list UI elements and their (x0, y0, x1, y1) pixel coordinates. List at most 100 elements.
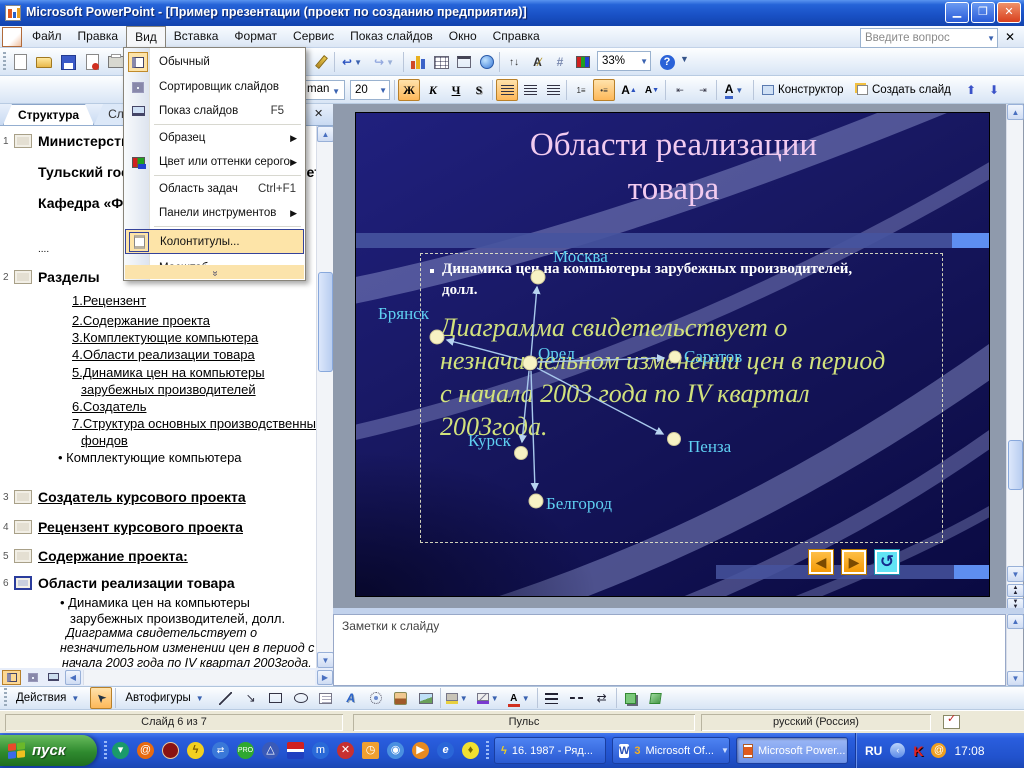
slideshow-button[interactable] (44, 670, 63, 685)
decrease-indent-icon[interactable]: ⇤ (669, 79, 691, 101)
slide-annotation[interactable]: Диаграмма свидетельствует о незначительн… (440, 311, 940, 443)
arrow-style-icon[interactable]: ⇄ (591, 687, 613, 709)
outline-link[interactable]: 7.Структура основных производственных (72, 416, 316, 431)
menu-window[interactable]: Окно (441, 26, 485, 47)
menu-help[interactable]: Справка (485, 26, 548, 47)
align-left-icon[interactable] (496, 79, 518, 101)
slide-sorter-button[interactable] (23, 670, 42, 685)
nav-prev-button[interactable]: ◀ (808, 549, 834, 575)
tables-borders-icon[interactable] (453, 51, 475, 73)
outline-row[interactable]: Разделы (38, 269, 100, 285)
outline-link[interactable]: фондов (81, 433, 128, 448)
chevron-down-icon[interactable]: ▼ (985, 34, 997, 43)
scrollbar-thumb[interactable] (1008, 440, 1023, 490)
close-pane-icon[interactable]: ✕ (314, 107, 323, 120)
minimize-button[interactable]: ▁ (945, 2, 969, 23)
menu-item-sorter[interactable]: Сортировщик слайдов (125, 75, 304, 99)
permission-icon[interactable] (81, 51, 103, 73)
quicklaunch-icon-3[interactable] (162, 742, 179, 759)
insert-picture-icon[interactable] (415, 687, 437, 709)
increase-indent-icon[interactable]: ⇥ (692, 79, 714, 101)
scroll-down-icon[interactable]: ▼ (1007, 671, 1024, 686)
notes-pane[interactable]: Заметки к слайду (333, 614, 1006, 686)
quicklaunch-icon-4[interactable]: ϟ (187, 742, 204, 759)
slide-thumb-icon[interactable] (14, 490, 32, 504)
nav-next-button[interactable]: ▶ (841, 549, 867, 575)
menu-format[interactable]: Формат (226, 26, 285, 47)
menu-item-header-footer[interactable]: Колонтитулы... (125, 229, 304, 254)
quicklaunch-icon-9[interactable]: m (312, 742, 329, 759)
shadow-style-icon[interactable] (620, 687, 642, 709)
slide-canvas[interactable]: Области реализации товара Динамика цен н… (355, 112, 990, 597)
city-label-moscow[interactable]: Москва (553, 247, 608, 267)
outline-bullet-row[interactable]: • Динамика цен на компьютеры (60, 595, 250, 610)
city-label-bryansk[interactable]: Брянск (378, 304, 429, 324)
outline-row[interactable]: Создатель курсового проекта (38, 489, 246, 505)
save-icon[interactable] (57, 51, 79, 73)
quicklaunch-icon-7[interactable]: △ (262, 742, 279, 759)
help-icon[interactable]: ? (656, 51, 678, 73)
redo-icon[interactable]: ↪ ▼ (370, 51, 400, 73)
scroll-up-icon[interactable]: ▲ (317, 126, 334, 142)
menu-insert[interactable]: Вставка (166, 26, 227, 47)
font-size-combo[interactable]: 20 ▼ (350, 80, 390, 100)
outline-link[interactable]: 1.Рецензент (72, 293, 146, 308)
slide-thumb-icon[interactable] (14, 549, 32, 563)
outline-scrollbar[interactable]: ▲ ▼ (316, 126, 334, 668)
line-color-icon[interactable]: ▼ (475, 687, 503, 709)
quicklaunch-icon-5[interactable]: ⇄ (212, 742, 229, 759)
menu-tools[interactable]: Сервис (285, 26, 342, 47)
previous-slide-icon[interactable]: ▲ ▲ (1007, 584, 1024, 597)
menu-item-master[interactable]: Образец ▶ (125, 126, 304, 150)
insert-table-icon[interactable] (430, 51, 452, 73)
text-box-icon[interactable] (315, 687, 337, 709)
move-down-icon[interactable]: ⬇ (983, 79, 1005, 101)
menu-item-taskpane[interactable]: Область задач Ctrl+F1 (125, 177, 304, 201)
toolbar-grip[interactable] (3, 52, 6, 72)
status-language[interactable]: русский (Россия) (701, 714, 931, 731)
wordart-icon[interactable]: A (340, 687, 362, 709)
quicklaunch-icon-15[interactable]: ♦ (462, 742, 479, 759)
diagram-icon[interactable] (365, 687, 387, 709)
city-label-belgorod[interactable]: Белгород (546, 494, 612, 514)
font-color-icon[interactable]: A ▼ (720, 79, 750, 101)
slide-title[interactable]: Области реализации товара (356, 123, 989, 211)
menu-expand-chevron[interactable]: » (125, 265, 304, 279)
chevron-down-icon[interactable]: ▼ (377, 86, 389, 95)
spellcheck-icon[interactable]: ✓ (943, 713, 960, 729)
select-objects-icon[interactable]: ➤ (90, 687, 113, 709)
line-style-icon[interactable] (541, 687, 563, 709)
quicklaunch-icon-14[interactable]: e (437, 742, 454, 759)
outline-link[interactable]: 2.Содержание проекта (72, 313, 210, 328)
show-formatting-icon[interactable]: A ∕ (526, 51, 548, 73)
format-painter-icon[interactable] (310, 51, 332, 73)
city-label-saratov[interactable]: Саратов (684, 347, 742, 367)
outline-link[interactable]: 6.Создатель (72, 399, 146, 414)
slide-scrollbar[interactable]: ▲ ▼ ▲ ▲ ▼ ▼ (1006, 104, 1024, 612)
tasks-grip[interactable] (486, 741, 489, 760)
numbered-list-icon[interactable]: 1≡ (570, 79, 592, 101)
city-label-kursk[interactable]: Курск (468, 431, 511, 451)
question-box[interactable]: Введите вопрос ▼ (860, 28, 998, 48)
hyperlink-icon[interactable] (476, 51, 498, 73)
move-up-icon[interactable]: ⬆ (960, 79, 982, 101)
outline-link[interactable]: 5.Динамика цен на компьютеры (72, 365, 265, 380)
city-label-orel[interactable]: Орел (538, 344, 575, 364)
quicklaunch-icon-11[interactable]: ◷ (362, 742, 379, 759)
decrease-font-icon[interactable]: A ▼ (641, 79, 663, 101)
start-button[interactable]: пуск (0, 735, 97, 766)
close-button[interactable]: ✕ (997, 2, 1021, 23)
outline-row[interactable]: Содержание проекта: (38, 548, 188, 564)
restore-button[interactable]: ❐ (971, 2, 995, 23)
antivirus-icon[interactable]: K (913, 743, 923, 759)
outline-hscrollbar[interactable] (83, 669, 315, 685)
menu-slideshow[interactable]: Показ слайдов (342, 26, 441, 47)
align-center-icon[interactable] (519, 79, 541, 101)
quicklaunch-icon-6[interactable]: PRO (237, 742, 254, 759)
quicklaunch-icon-2[interactable]: @ (137, 742, 154, 759)
quicklaunch-icon-10[interactable]: ✕ (337, 742, 354, 759)
slide-thumb-icon[interactable] (14, 134, 32, 148)
scroll-up-icon[interactable]: ▲ (1007, 104, 1024, 120)
menu-file[interactable]: Файл (24, 26, 70, 47)
normal-view-button[interactable] (2, 669, 21, 685)
